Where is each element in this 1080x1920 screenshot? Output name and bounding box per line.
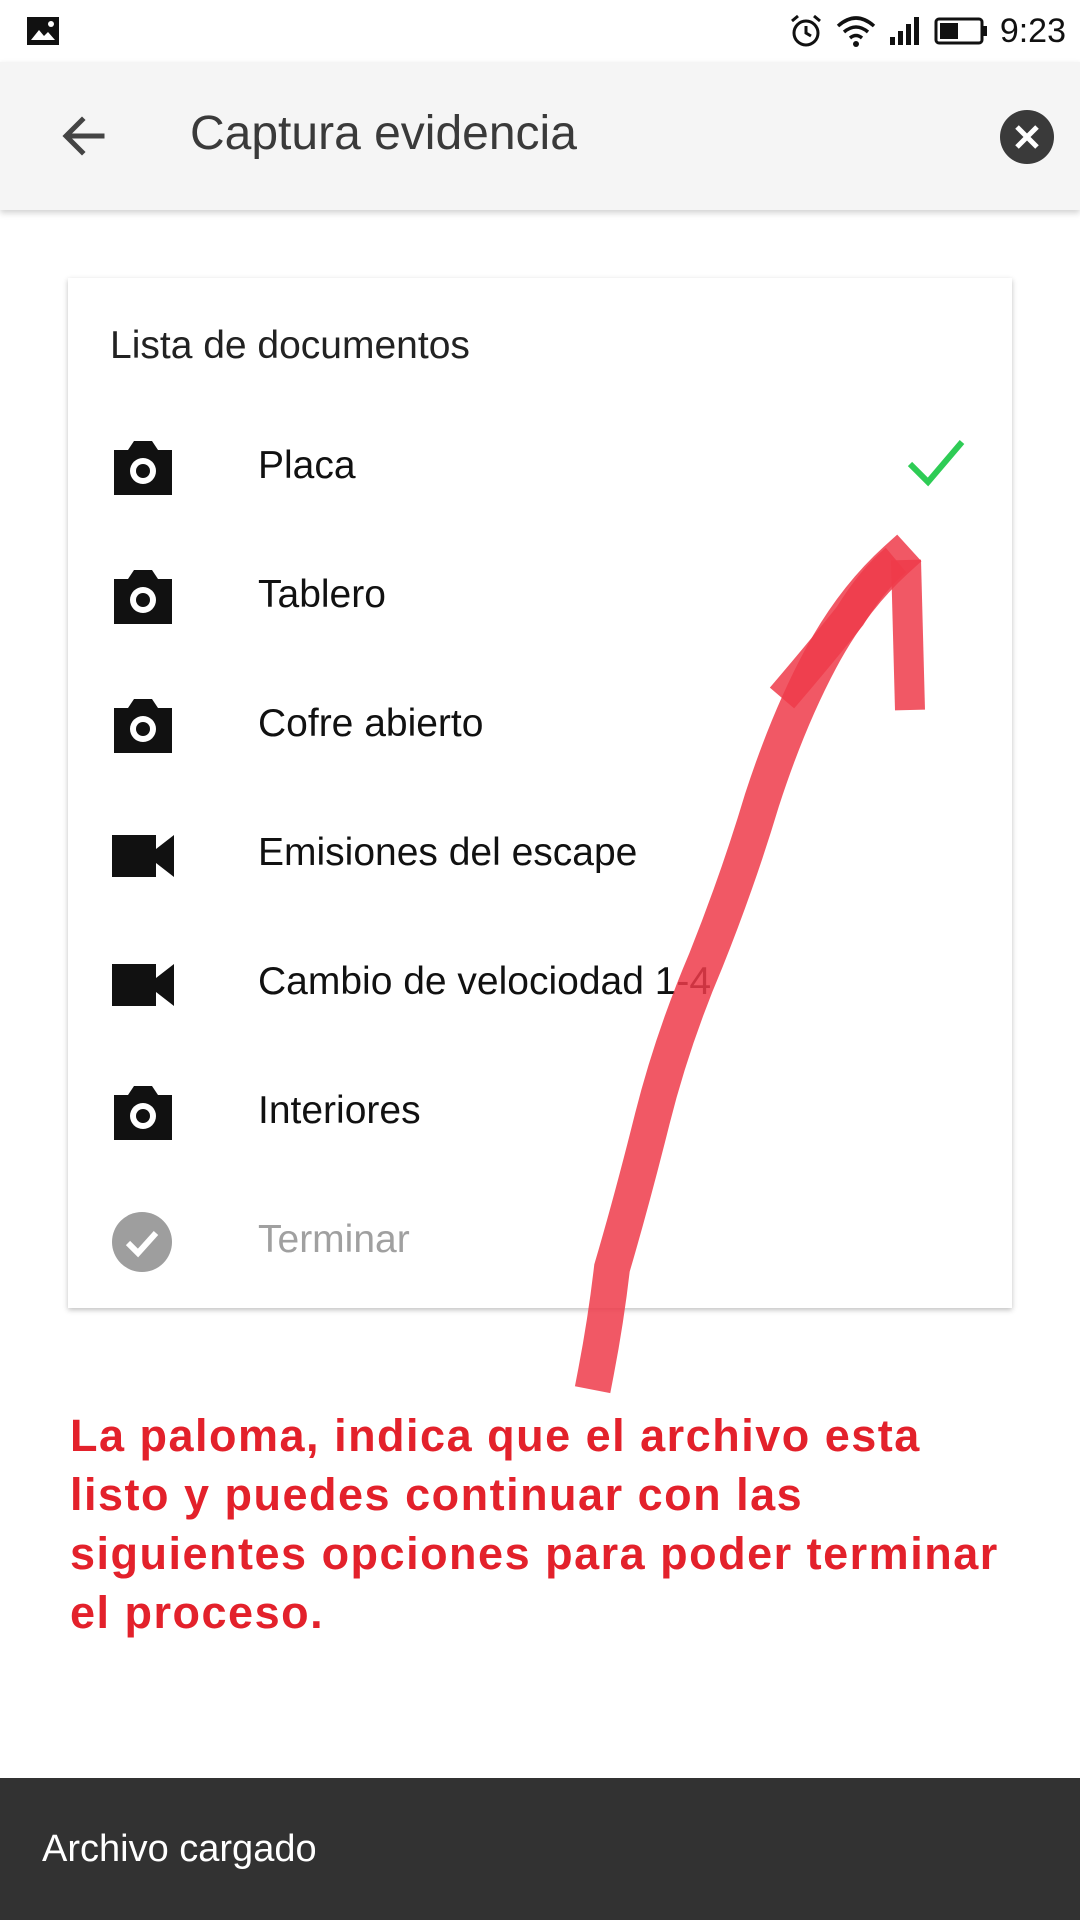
- clock: 9:23: [999, 11, 1066, 50]
- list-item-cofre-abierto[interactable]: Cofre abierto: [68, 664, 1012, 792]
- finish-label: Terminar: [258, 1218, 410, 1261]
- list-item-label: Emisiones del escape: [258, 831, 638, 874]
- list-item-label: Cofre abierto: [258, 702, 484, 745]
- list-item-label: Cambio de velociodad 1-4: [258, 960, 712, 1003]
- videocam-icon: [110, 954, 176, 1014]
- card-heading: Lista de documentos: [110, 324, 470, 367]
- list-item-tablero[interactable]: Tablero: [68, 535, 1012, 663]
- list-item-label: Placa: [258, 444, 356, 487]
- status-bar: 9:23: [0, 0, 1080, 62]
- camera-icon: [110, 1083, 176, 1143]
- camera-icon: [110, 696, 176, 756]
- check-circle-icon: [110, 1212, 176, 1272]
- page-title: Captura evidencia: [190, 107, 577, 160]
- close-circle-icon[interactable]: [998, 108, 1056, 166]
- wifi-icon: [836, 14, 876, 48]
- list-item-cambio-velocidad[interactable]: Cambio de velociodad 1-4: [68, 922, 1012, 1050]
- alarm-icon: [788, 13, 824, 49]
- list-item-interiores[interactable]: Interiores: [68, 1051, 1012, 1179]
- image-icon: [26, 16, 60, 46]
- signal-icon: [888, 15, 922, 47]
- list-item-label: Interiores: [258, 1089, 421, 1132]
- battery-icon: [934, 17, 988, 45]
- snackbar-message: Archivo cargado: [42, 1828, 317, 1870]
- list-item-emisiones[interactable]: Emisiones del escape: [68, 793, 1012, 921]
- arrow-back-icon[interactable]: [56, 108, 112, 164]
- annotation-text: La paloma, indica que el archivo esta li…: [70, 1410, 999, 1638]
- camera-icon: [110, 567, 176, 627]
- document-list-card: Lista de documentos Placa Tablero Cofre …: [68, 278, 1012, 1308]
- list-item-placa[interactable]: Placa: [68, 406, 1012, 534]
- checkmark-icon: [906, 436, 966, 490]
- videocam-icon: [110, 825, 176, 885]
- camera-icon: [110, 438, 176, 498]
- list-item-label: Tablero: [258, 573, 386, 616]
- app-bar: Captura evidencia: [0, 62, 1080, 210]
- snackbar: Archivo cargado: [0, 1778, 1080, 1920]
- finish-button[interactable]: Terminar: [68, 1180, 1012, 1308]
